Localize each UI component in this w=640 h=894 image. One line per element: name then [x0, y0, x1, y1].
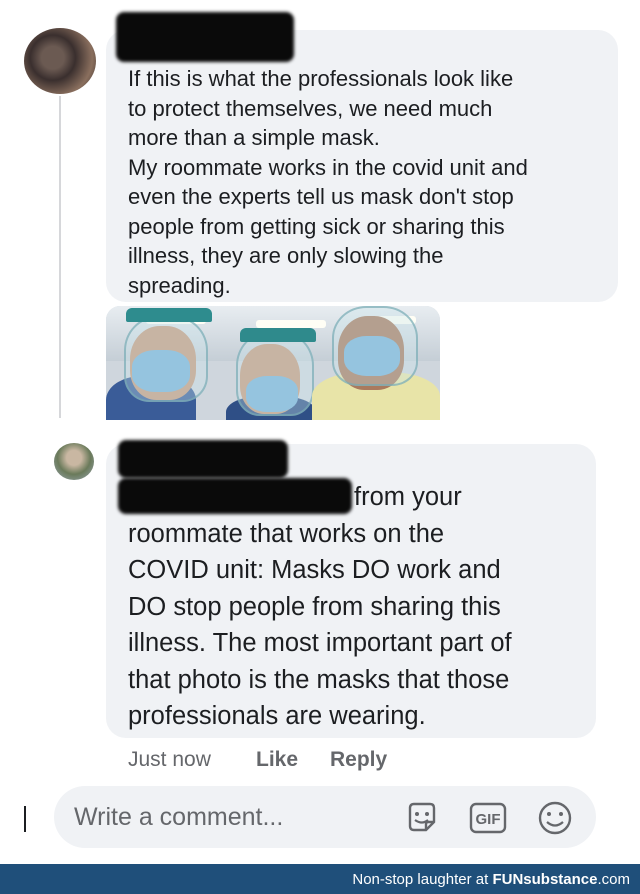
- gif-icon[interactable]: GIF: [468, 800, 508, 841]
- svg-text:GIF: GIF: [476, 811, 501, 828]
- attached-photo[interactable]: [106, 306, 440, 420]
- redacted-name: [118, 440, 288, 478]
- redacted-name: [116, 12, 294, 62]
- comment-timestamp: Just now: [128, 748, 211, 771]
- comment-text: If this is what the professionals look l…: [128, 66, 528, 298]
- watermark-footer: Non-stop laughter at FUNsubstance.com: [0, 864, 640, 894]
- like-button[interactable]: Like: [256, 748, 298, 772]
- emoji-icon[interactable]: [536, 800, 574, 843]
- reply-button[interactable]: Reply: [330, 748, 387, 772]
- commenter-avatar[interactable]: [24, 28, 96, 94]
- comment-text: from your roommate that works on the COV…: [128, 483, 512, 730]
- comment-composer[interactable]: GIF: [54, 786, 596, 848]
- footer-text: Non-stop laughter at FUNsubstance.com: [352, 871, 630, 888]
- footer-brand: FUNsubstance: [492, 871, 598, 888]
- footer-domain: .com: [597, 871, 630, 888]
- commenter-avatar[interactable]: [54, 443, 94, 480]
- comment-input[interactable]: [74, 802, 334, 832]
- text-cursor: [24, 806, 26, 832]
- footer-tagline: Non-stop laughter at: [352, 871, 489, 888]
- thread-connector-line: [59, 96, 61, 418]
- sticker-icon[interactable]: [404, 800, 440, 841]
